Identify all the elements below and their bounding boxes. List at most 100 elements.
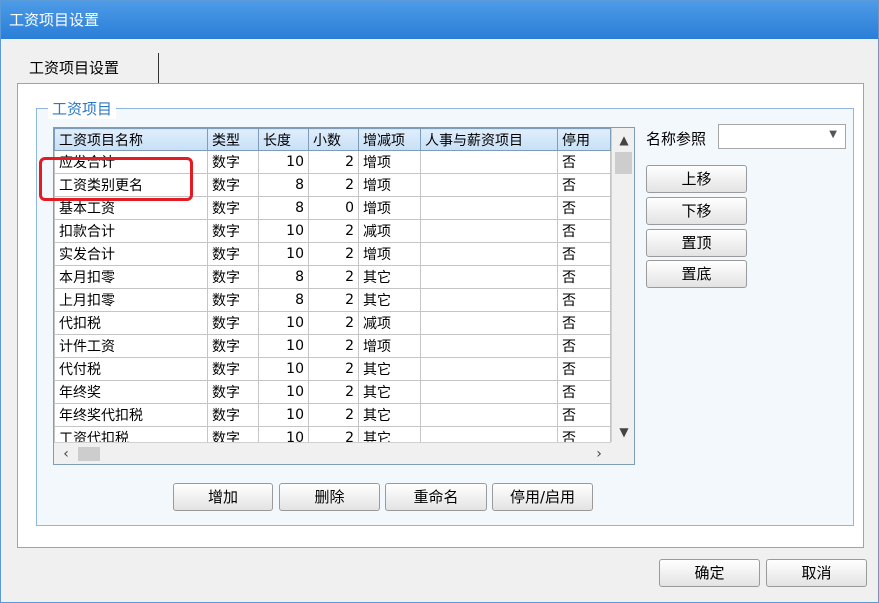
cell-inc-dec[interactable]: 增项	[358, 173, 421, 197]
move-down-button[interactable]: 下移	[646, 197, 747, 225]
cell-name[interactable]: 年终奖	[54, 380, 208, 404]
cell-decimal[interactable]: 2	[308, 265, 359, 289]
cell-type[interactable]: 数字	[207, 150, 259, 174]
add-button[interactable]: 增加	[173, 483, 273, 511]
cell-hr-item[interactable]	[420, 173, 558, 197]
cell-decimal[interactable]: 2	[308, 334, 359, 358]
cell-name[interactable]: 工资类别更名	[54, 173, 208, 197]
cell-length[interactable]: 10	[258, 357, 309, 381]
table-row[interactable]: 年终奖代扣税 数字 10 2 其它 否	[54, 403, 611, 427]
cell-type[interactable]: 数字	[207, 219, 259, 243]
cell-disabled[interactable]: 否	[557, 380, 611, 404]
cell-name[interactable]: 年终奖代扣税	[54, 403, 208, 427]
cell-decimal[interactable]: 2	[308, 403, 359, 427]
cell-hr-item[interactable]	[420, 288, 558, 312]
cell-length[interactable]: 10	[258, 242, 309, 266]
move-top-button[interactable]: 置顶	[646, 229, 747, 257]
cell-hr-item[interactable]	[420, 265, 558, 289]
column-header-name[interactable]: 工资项目名称	[54, 128, 208, 151]
cell-disabled[interactable]: 否	[557, 334, 611, 358]
ok-button[interactable]: 确定	[659, 559, 760, 587]
name-reference-dropdown[interactable]: ▼	[718, 124, 846, 149]
dropdown-arrow-icon[interactable]: ▼	[829, 129, 837, 140]
cell-hr-item[interactable]	[420, 334, 558, 358]
cell-type[interactable]: 数字	[207, 242, 259, 266]
column-header-inc-dec[interactable]: 增减项	[358, 128, 421, 151]
table-row[interactable]: 工资类别更名 数字 8 2 增项 否	[54, 173, 611, 197]
cell-name[interactable]: 计件工资	[54, 334, 208, 358]
cell-type[interactable]: 数字	[207, 288, 259, 312]
column-header-length[interactable]: 长度	[258, 128, 309, 151]
cell-name[interactable]: 上月扣零	[54, 288, 208, 312]
cell-name[interactable]: 代扣税	[54, 311, 208, 335]
table-row[interactable]: 代付税 数字 10 2 其它 否	[54, 357, 611, 381]
cell-inc-dec[interactable]: 其它	[358, 403, 421, 427]
cell-hr-item[interactable]	[420, 403, 558, 427]
cell-disabled[interactable]: 否	[557, 242, 611, 266]
cell-length[interactable]: 10	[258, 403, 309, 427]
cancel-button[interactable]: 取消	[766, 559, 867, 587]
cell-hr-item[interactable]	[420, 242, 558, 266]
cell-hr-item[interactable]	[420, 150, 558, 174]
cell-inc-dec[interactable]: 其它	[358, 380, 421, 404]
cell-disabled[interactable]: 否	[557, 288, 611, 312]
column-header-type[interactable]: 类型	[207, 128, 259, 151]
cell-inc-dec[interactable]: 其它	[358, 357, 421, 381]
rename-button[interactable]: 重命名	[385, 483, 487, 511]
move-up-button[interactable]: 上移	[646, 165, 747, 193]
cell-name[interactable]: 代付税	[54, 357, 208, 381]
table-row[interactable]: 本月扣零 数字 8 2 其它 否	[54, 265, 611, 289]
cell-hr-item[interactable]	[420, 311, 558, 335]
delete-button[interactable]: 删除	[279, 483, 380, 511]
cell-type[interactable]: 数字	[207, 334, 259, 358]
cell-decimal[interactable]: 2	[308, 150, 359, 174]
cell-decimal[interactable]: 2	[308, 219, 359, 243]
table-row[interactable]: 扣款合计 数字 10 2 减项 否	[54, 219, 611, 243]
cell-type[interactable]: 数字	[207, 196, 259, 220]
cell-type[interactable]: 数字	[207, 265, 259, 289]
cell-type[interactable]: 数字	[207, 173, 259, 197]
cell-type[interactable]: 数字	[207, 311, 259, 335]
scroll-right-icon[interactable]: ›	[589, 443, 609, 464]
horizontal-scrollbar[interactable]: ‹ ›	[54, 442, 634, 464]
cell-decimal[interactable]: 2	[308, 311, 359, 335]
table-row[interactable]: 实发合计 数字 10 2 增项 否	[54, 242, 611, 266]
cell-decimal[interactable]: 0	[308, 196, 359, 220]
cell-length[interactable]: 8	[258, 288, 309, 312]
cell-type[interactable]: 数字	[207, 380, 259, 404]
cell-inc-dec[interactable]: 增项	[358, 242, 421, 266]
cell-decimal[interactable]: 2	[308, 242, 359, 266]
cell-decimal[interactable]: 2	[308, 357, 359, 381]
cell-length[interactable]: 8	[258, 265, 309, 289]
scroll-left-icon[interactable]: ‹	[56, 443, 76, 464]
column-header-decimal[interactable]: 小数	[308, 128, 359, 151]
column-header-disabled[interactable]: 停用	[557, 128, 611, 151]
cell-length[interactable]: 10	[258, 311, 309, 335]
cell-decimal[interactable]: 2	[308, 173, 359, 197]
cell-length[interactable]: 10	[258, 219, 309, 243]
cell-name[interactable]: 实发合计	[54, 242, 208, 266]
cell-disabled[interactable]: 否	[557, 196, 611, 220]
cell-inc-dec[interactable]: 其它	[358, 265, 421, 289]
cell-inc-dec[interactable]: 减项	[358, 219, 421, 243]
cell-inc-dec[interactable]: 增项	[358, 150, 421, 174]
cell-inc-dec[interactable]: 减项	[358, 311, 421, 335]
cell-inc-dec[interactable]: 增项	[358, 196, 421, 220]
cell-disabled[interactable]: 否	[557, 265, 611, 289]
table-row[interactable]: 代扣税 数字 10 2 减项 否	[54, 311, 611, 335]
vertical-scrollbar[interactable]: ▲ ▼	[611, 128, 634, 442]
cell-type[interactable]: 数字	[207, 403, 259, 427]
cell-hr-item[interactable]	[420, 357, 558, 381]
cell-disabled[interactable]: 否	[557, 403, 611, 427]
cell-name[interactable]: 本月扣零	[54, 265, 208, 289]
cell-name[interactable]: 扣款合计	[54, 219, 208, 243]
column-header-hr-item[interactable]: 人事与薪资项目	[420, 128, 558, 151]
scroll-up-icon[interactable]: ▲	[612, 130, 634, 150]
toggle-disable-button[interactable]: 停用/启用	[492, 483, 593, 511]
table-row[interactable]: 应发合计 数字 10 2 增项 否	[54, 150, 611, 174]
cell-disabled[interactable]: 否	[557, 311, 611, 335]
cell-disabled[interactable]: 否	[557, 173, 611, 197]
cell-hr-item[interactable]	[420, 219, 558, 243]
cell-decimal[interactable]: 2	[308, 380, 359, 404]
cell-disabled[interactable]: 否	[557, 219, 611, 243]
